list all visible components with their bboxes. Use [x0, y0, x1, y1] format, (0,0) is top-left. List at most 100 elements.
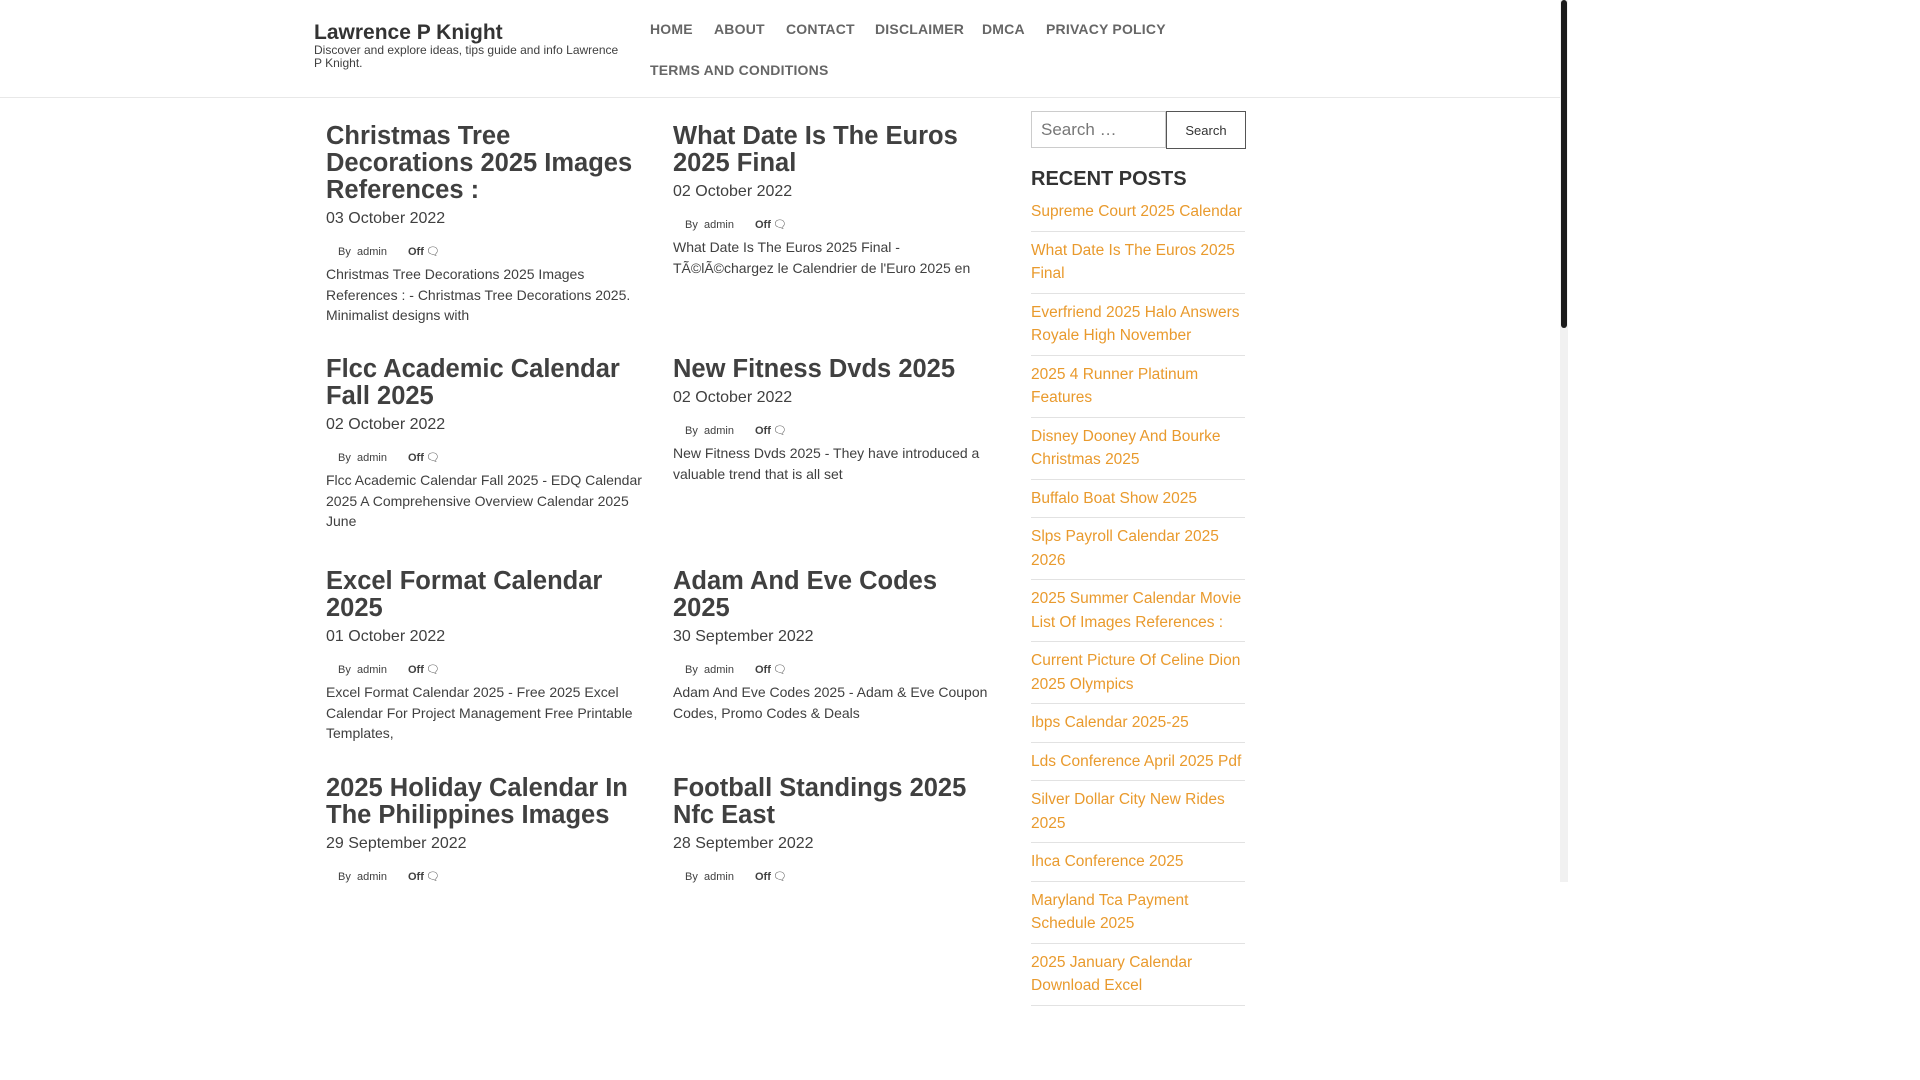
nav-item-privacy-policy[interactable]: PRIVACY POLICY — [1046, 21, 1166, 37]
post-excerpt: New Fitness Dvds 2025 - They have introd… — [673, 445, 980, 482]
post-card: Christmas Tree Decorations 2025 Images R… — [326, 123, 651, 326]
post-author[interactable]: admin — [357, 246, 387, 258]
post-meta: By admin Off 🗨 — [326, 450, 651, 466]
recent-post-link[interactable]: Slps Payroll Calendar 2025 2026 — [1031, 525, 1245, 572]
post-title[interactable]: Football Standings 2025 Nfc East — [673, 775, 998, 829]
comments-status: Off — [408, 246, 424, 258]
recent-post-link[interactable]: Supreme Court 2025 Calendar — [1031, 200, 1245, 224]
list-item: Silver Dollar City New Rides 2025 — [1031, 781, 1245, 843]
post-author[interactable]: admin — [704, 871, 734, 883]
post-title[interactable]: What Date Is The Euros 2025 Final — [673, 123, 998, 177]
post-title[interactable]: Flcc Academic Calendar Fall 2025 — [326, 356, 651, 410]
post-meta: By admin Off 🗨 — [326, 869, 651, 885]
comments-status: Off — [755, 425, 771, 437]
post-date: 02 October 2022 — [673, 183, 793, 200]
recent-post-link[interactable]: Current Picture Of Celine Dion 2025 Olym… — [1031, 649, 1245, 696]
post-excerpt: Flcc Academic Calendar Fall 2025 - EDQ C… — [326, 472, 642, 530]
recent-post-link[interactable]: 2025 January Calendar Download Excel — [1031, 951, 1245, 998]
post-card: 2025 Holiday Calendar In The Philippines… — [326, 775, 651, 885]
site-title[interactable]: Lawrence P Knight — [314, 21, 503, 45]
post-card: Adam And Eve Codes 2025 30 September 202… — [673, 568, 998, 723]
post-author[interactable]: admin — [357, 664, 387, 676]
nav-item-contact[interactable]: CONTACT — [786, 21, 855, 37]
post-excerpt: What Date Is The Euros 2025 Final - TÃ©l… — [673, 239, 971, 276]
recent-post-link[interactable]: Disney Dooney And Bourke Christmas 2025 — [1031, 425, 1245, 472]
recent-post-link[interactable]: Silver Dollar City New Rides 2025 — [1031, 788, 1245, 835]
post-excerpt: Adam And Eve Codes 2025 - Adam & Eve Cou… — [673, 684, 988, 721]
post-author[interactable]: admin — [357, 871, 387, 883]
recent-post-link[interactable]: What Date Is The Euros 2025 Final — [1031, 239, 1245, 286]
byline-label: By — [685, 871, 698, 883]
post-title[interactable]: Christmas Tree Decorations 2025 Images R… — [326, 123, 651, 204]
comment-icon: 🗨 — [426, 871, 440, 883]
scrollbar-thumb[interactable] — [1561, 0, 1567, 328]
post-author[interactable]: admin — [704, 664, 734, 676]
list-item: Disney Dooney And Bourke Christmas 2025 — [1031, 418, 1245, 480]
post-title[interactable]: 2025 Holiday Calendar In The Philippines… — [326, 775, 651, 829]
post-date: 01 October 2022 — [326, 628, 446, 645]
recent-post-link[interactable]: 2025 Summer Calendar Movie List Of Image… — [1031, 587, 1245, 634]
post-date: 29 September 2022 — [326, 835, 467, 852]
nav-item-disclaimer[interactable]: DISCLAIMER — [875, 21, 964, 37]
comment-icon: 🗨 — [773, 664, 787, 676]
page-scrollbar[interactable] — [1560, 0, 1568, 882]
list-item: 2025 4 Runner Platinum Features — [1031, 356, 1245, 418]
post-title[interactable]: Adam And Eve Codes 2025 — [673, 568, 998, 622]
post-card: Excel Format Calendar 2025 01 October 20… — [326, 568, 651, 744]
site-header: Lawrence P Knight Discover and explore i… — [0, 0, 1560, 98]
list-item: Everfriend 2025 Halo Answers Royale High… — [1031, 294, 1245, 356]
nav-item-about[interactable]: ABOUT — [714, 21, 765, 37]
post-meta: By admin Off 🗨 — [326, 244, 651, 260]
comments-status: Off — [408, 664, 424, 676]
post-author[interactable]: admin — [704, 425, 734, 437]
nav-item-terms-and-conditions[interactable]: TERMS AND CONDITIONS — [650, 62, 828, 78]
post-date: 03 October 2022 — [326, 210, 446, 227]
recent-post-link[interactable]: Ibps Calendar 2025-25 — [1031, 711, 1245, 735]
recent-post-link[interactable]: 2025 4 Runner Platinum Features — [1031, 363, 1245, 410]
comments-status: Off — [408, 871, 424, 883]
post-title[interactable]: Excel Format Calendar 2025 — [326, 568, 651, 622]
recent-post-link[interactable]: Lds Conference April 2025 Pdf — [1031, 750, 1245, 774]
post-meta: By admin Off 🗨 — [326, 662, 651, 678]
recent-posts-title: RECENT POSTS — [1031, 168, 1187, 190]
list-item: Slps Payroll Calendar 2025 2026 — [1031, 518, 1245, 580]
post-title[interactable]: New Fitness Dvds 2025 — [673, 356, 998, 383]
post-author[interactable]: admin — [357, 452, 387, 464]
post-excerpt: Excel Format Calendar 2025 - Free 2025 E… — [326, 684, 633, 742]
byline-label: By — [338, 452, 351, 464]
comments-status: Off — [755, 871, 771, 883]
comment-icon: 🗨 — [426, 664, 440, 676]
list-item: Ibps Calendar 2025-25 — [1031, 704, 1245, 743]
post-card: Flcc Academic Calendar Fall 2025 02 Octo… — [326, 356, 651, 532]
post-meta: By admin Off 🗨 — [673, 423, 998, 439]
comment-icon: 🗨 — [773, 219, 787, 231]
comment-icon: 🗨 — [426, 452, 440, 464]
post-date: 28 September 2022 — [673, 835, 814, 852]
byline-label: By — [338, 871, 351, 883]
recent-post-link[interactable]: Maryland Tca Payment Schedule 2025 — [1031, 889, 1245, 936]
comments-status: Off — [755, 219, 771, 231]
post-meta: By admin Off 🗨 — [673, 217, 998, 233]
byline-label: By — [338, 246, 351, 258]
byline-label: By — [685, 219, 698, 231]
post-author[interactable]: admin — [704, 219, 734, 231]
nav-item-home[interactable]: HOME — [650, 21, 693, 37]
search-input[interactable] — [1032, 112, 1165, 147]
nav-item-dmca[interactable]: DMCA — [982, 21, 1025, 37]
byline-label: By — [685, 664, 698, 676]
list-item: Maryland Tca Payment Schedule 2025 — [1031, 882, 1245, 944]
list-item: Lds Conference April 2025 Pdf — [1031, 743, 1245, 781]
post-meta: By admin Off 🗨 — [673, 869, 998, 885]
search-button[interactable]: Search — [1166, 111, 1246, 149]
post-date: 30 September 2022 — [673, 628, 814, 645]
recent-post-link[interactable]: Ihca Conference 2025 — [1031, 850, 1245, 874]
post-card: Football Standings 2025 Nfc East 28 Sept… — [673, 775, 998, 885]
post-date: 02 October 2022 — [673, 389, 793, 406]
comment-icon: 🗨 — [773, 871, 787, 883]
recent-post-link[interactable]: Everfriend 2025 Halo Answers Royale High… — [1031, 301, 1245, 348]
search-field — [1031, 111, 1166, 148]
recent-post-link[interactable]: Buffalo Boat Show 2025 — [1031, 487, 1245, 511]
list-item: 2025 Summer Calendar Movie List Of Image… — [1031, 580, 1245, 642]
list-item: Supreme Court 2025 Calendar — [1031, 199, 1245, 232]
list-item: Ihca Conference 2025 — [1031, 843, 1245, 882]
